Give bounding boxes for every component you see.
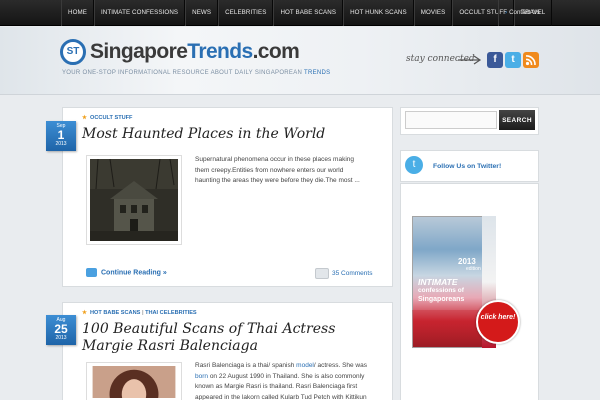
site-header: ST SingaporeTrends.com YOUR ONE-STOP INF…: [0, 27, 600, 95]
speech-bubble-icon: [86, 268, 97, 277]
post-excerpt: Supernatural phenomena occur in these pl…: [195, 156, 360, 184]
ad-title-intimate: INTIMATE: [418, 277, 458, 287]
star-icon: ★: [82, 115, 88, 121]
tagline: YOUR ONE-STOP INFORMATIONAL RESOURCE ABO…: [62, 70, 330, 76]
ad-title-singaporeans: Singaporeans: [418, 296, 465, 303]
date-badge: Aug 25 2013: [46, 315, 76, 345]
post-categories: ★ HOT BABE SCANS | THAI CELEBRITIES: [82, 310, 197, 316]
nav-item-hot-babe-scans[interactable]: HOT BABE SCANS: [273, 0, 344, 26]
nav-item-intimate-confessions[interactable]: INTIMATE CONFESSIONS: [93, 0, 186, 26]
nav-item-news[interactable]: NEWS: [185, 0, 219, 26]
ad-edition: edition: [466, 266, 481, 272]
facebook-icon[interactable]: f: [487, 52, 503, 68]
follow-twitter-link[interactable]: Follow Us on Twitter!: [433, 163, 501, 170]
date-year: 2013: [55, 141, 67, 147]
date-badge: Sep 1 2013: [46, 121, 76, 151]
click-here-button[interactable]: click here!: [476, 300, 520, 344]
continue-reading-label: Continue Reading »: [101, 269, 167, 277]
logo-mark[interactable]: ST: [60, 39, 86, 65]
tagline-highlight: TRENDS: [304, 70, 331, 76]
contact-us-link[interactable]: › Contact Us: [498, 0, 546, 26]
post-title[interactable]: Most Haunted Places in the World: [82, 126, 382, 143]
post-thumbnail[interactable]: [86, 155, 182, 245]
model-link[interactable]: model: [296, 362, 314, 369]
twitter-bird-icon: t: [405, 156, 423, 174]
category-link[interactable]: HOT BABE SCANS: [90, 310, 140, 316]
date-year: 2013: [55, 335, 67, 341]
haunted-house-image: [90, 158, 178, 241]
comments-label: 35 Comments: [332, 270, 373, 278]
comments-link[interactable]: 35 Comments: [315, 268, 372, 279]
date-day: 1: [57, 128, 65, 142]
rss-icon[interactable]: [523, 52, 539, 68]
top-navigation: HOME INTIMATE CONFESSIONS NEWS CELEBRITI…: [0, 0, 600, 26]
arrow-right-icon: ›: [505, 9, 508, 16]
ad-year: 2013: [458, 257, 476, 266]
excerpt-text: Rasri Balenciaga is a thai/ spanish: [195, 362, 297, 369]
tagline-text: YOUR ONE-STOP INFORMATIONAL RESOURCE ABO…: [62, 70, 303, 76]
continue-reading-link[interactable]: Continue Reading »: [86, 268, 167, 277]
logo-text-com: .com: [252, 40, 300, 63]
site-logo[interactable]: SingaporeTrends.com: [90, 39, 300, 65]
nav-item-home[interactable]: HOME: [61, 0, 94, 26]
excerpt-text: on 22 August 1990 in Thailand. She is al…: [195, 372, 367, 400]
ad-title-confessions: confessions of: [418, 287, 464, 294]
nav-item-hot-hunk-scans[interactable]: HOT HUNK SCANS: [343, 0, 414, 26]
excerpt-text: / actress. She was: [313, 362, 367, 369]
rss-glyph: [525, 55, 536, 66]
post-thumbnail[interactable]: [86, 362, 182, 400]
category-link[interactable]: THAI CELEBRITIES: [145, 310, 197, 316]
arrow-right-icon: [458, 55, 482, 65]
post-category: ★ OCCULT STUFF: [82, 115, 132, 121]
nav-item-celebrities[interactable]: CELEBRITIES: [218, 0, 274, 26]
nav-menu: HOME INTIMATE CONFESSIONS NEWS CELEBRITI…: [61, 0, 553, 26]
actress-photo-image: [92, 366, 176, 400]
search-button[interactable]: SEARCH: [499, 110, 535, 130]
nav-item-movies[interactable]: MOVIES: [413, 0, 453, 26]
comment-icon: [315, 268, 329, 279]
logo-text-singapore: Singapore: [90, 40, 188, 63]
born-link[interactable]: born: [195, 373, 208, 380]
post-title[interactable]: 100 Beautiful Scans of Thai Actress Marg…: [82, 321, 382, 355]
star-icon: ★: [82, 310, 88, 316]
post-excerpt: Rasri Balenciaga is a thai/ spanish mode…: [195, 361, 381, 400]
date-day: 25: [54, 322, 68, 336]
contact-us-label: Contact Us: [509, 9, 540, 16]
category-link[interactable]: OCCULT STUFF: [90, 115, 132, 121]
twitter-icon[interactable]: t: [505, 52, 521, 68]
search-input[interactable]: [405, 111, 497, 129]
logo-text-trends: Trends: [187, 40, 253, 63]
